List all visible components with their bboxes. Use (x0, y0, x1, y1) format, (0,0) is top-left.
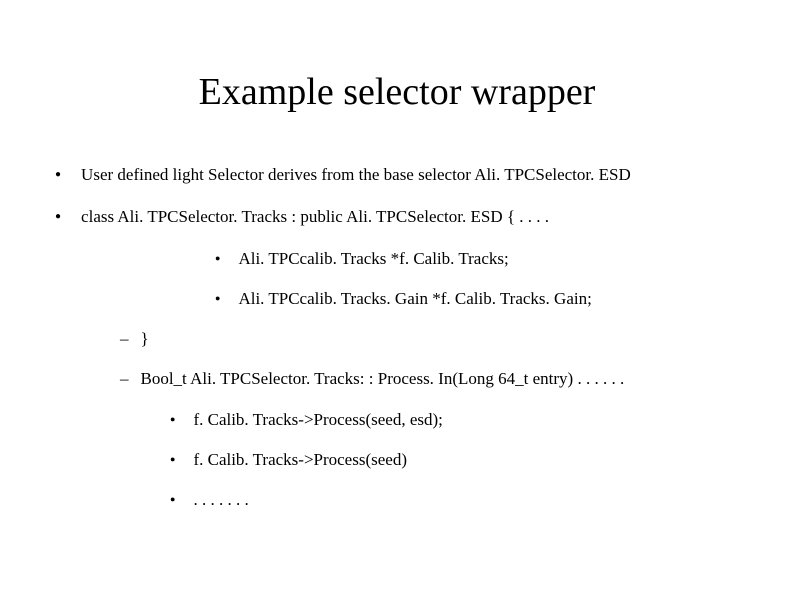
inner-bullet-text: f. Calib. Tracks->Process(seed, esd); (193, 409, 442, 431)
bullet-icon: ● (170, 495, 175, 504)
list-item: ● Ali. TPCcalib. Tracks. Gain *f. Calib.… (215, 288, 754, 310)
inner-bullet-list: ● f. Calib. Tracks->Process(seed, esd); … (40, 409, 754, 511)
list-item: – Bool_t Ali. TPCSelector. Tracks: : Pro… (120, 368, 754, 390)
bullet-text: User defined light Selector derives from… (81, 164, 631, 186)
bullet-icon: ● (170, 455, 175, 464)
list-item: ● . . . . . . . (170, 489, 754, 511)
bullet-icon: ● (215, 294, 220, 303)
main-bullet-list: ● User defined light Selector derives fr… (40, 164, 754, 228)
dash-text: } (141, 328, 149, 350)
list-item: ● f. Calib. Tracks->Process(seed, esd); (170, 409, 754, 431)
inner-bullet-text: f. Calib. Tracks->Process(seed) (193, 449, 407, 471)
dash-list: – } – Bool_t Ali. TPCSelector. Tracks: :… (40, 328, 754, 390)
list-item: ● class Ali. TPCSelector. Tracks : publi… (55, 206, 754, 228)
bullet-icon: ● (55, 170, 61, 180)
sub-bullet-list: ● Ali. TPCcalib. Tracks *f. Calib. Track… (40, 248, 754, 310)
sub-bullet-text: Ali. TPCcalib. Tracks *f. Calib. Tracks; (238, 248, 508, 270)
bullet-icon: ● (55, 212, 61, 222)
bullet-icon: ● (170, 415, 175, 424)
list-item: ● f. Calib. Tracks->Process(seed) (170, 449, 754, 471)
dash-text: Bool_t Ali. TPCSelector. Tracks: : Proce… (141, 368, 625, 390)
dash-icon: – (120, 328, 129, 350)
list-item: – } (120, 328, 754, 350)
inner-bullet-text: . . . . . . . (193, 489, 248, 511)
bullet-text: class Ali. TPCSelector. Tracks : public … (81, 206, 549, 228)
slide-title: Example selector wrapper (40, 70, 754, 114)
list-item: ● User defined light Selector derives fr… (55, 164, 754, 186)
bullet-icon: ● (215, 254, 220, 263)
sub-bullet-text: Ali. TPCcalib. Tracks. Gain *f. Calib. T… (238, 288, 591, 310)
dash-icon: – (120, 368, 129, 390)
list-item: ● Ali. TPCcalib. Tracks *f. Calib. Track… (215, 248, 754, 270)
